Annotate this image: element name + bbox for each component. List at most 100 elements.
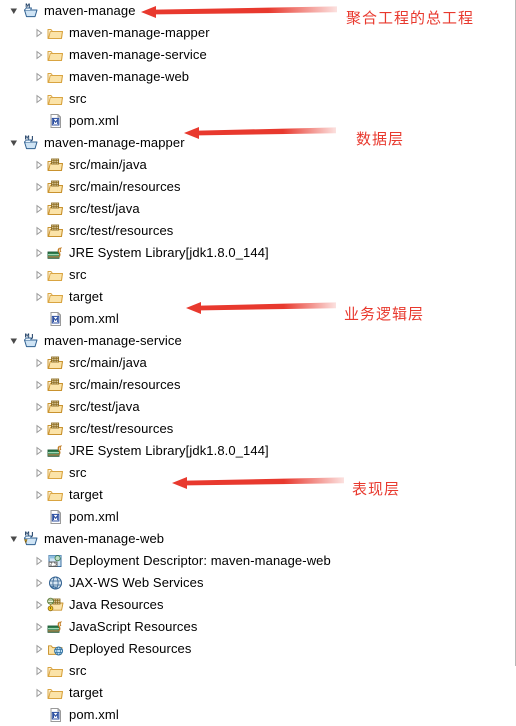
folder-icon [47, 487, 64, 503]
maven-pom-file-icon [47, 707, 64, 723]
chevron-right-icon[interactable] [34, 556, 44, 566]
chevron-right-icon[interactable] [34, 468, 44, 478]
chevron-right-icon[interactable] [34, 292, 44, 302]
tree-row[interactable]: maven-manage-web [0, 66, 470, 88]
tree-row-label: src [69, 91, 87, 106]
jre-library-icon [47, 245, 64, 261]
chevron-right-icon[interactable] [34, 578, 44, 588]
tree-row[interactable]: src [0, 264, 470, 286]
tree-row-label-detail: [jdk1.8.0_144] [185, 443, 269, 458]
tree-row[interactable]: src/test/resources [0, 418, 470, 440]
chevron-down-icon[interactable] [9, 6, 19, 16]
tree-row[interactable]: src/test/resources [0, 220, 470, 242]
tree-row-label: src/main/java [69, 355, 147, 370]
svg-text:M: M [25, 4, 30, 10]
tree-row-label: pom.xml [69, 113, 119, 128]
source-folder-icon [47, 399, 64, 415]
tree-row-label: maven-manage [44, 3, 136, 18]
folder-icon [47, 267, 64, 283]
tree-row-label: src/main/java [69, 157, 147, 172]
chevron-right-icon[interactable] [34, 666, 44, 676]
svg-text:M: M [25, 136, 30, 142]
chevron-right-icon[interactable] [34, 28, 44, 38]
annotation-arrow [184, 124, 336, 142]
tree-row-label: pom.xml [69, 707, 119, 722]
javascript-resources-icon [47, 619, 64, 635]
tree-row-label: maven-manage-web [44, 531, 165, 546]
maven-pom-file-icon [47, 509, 64, 525]
chevron-down-icon[interactable] [9, 138, 19, 148]
tree-row-label: src [69, 663, 87, 678]
tree-row[interactable]: src [0, 88, 470, 110]
tree-row-label: src [69, 267, 87, 282]
svg-text:J: J [30, 334, 33, 340]
tree-row[interactable]: JRE System Library [jdk1.8.0_144] [0, 242, 470, 264]
project-explorer-tree[interactable]: Mmaven-manage maven-manage-mapper maven-ma… [0, 0, 470, 722]
annotation-label: 表现层 [352, 480, 401, 498]
tree-row[interactable]: M Jmaven-manage-service [0, 330, 470, 352]
tree-row-label: pom.xml [69, 311, 119, 326]
tree-row[interactable]: Deployed Resources [0, 638, 470, 660]
tree-row-label: maven-manage-mapper [44, 135, 185, 150]
chevron-right-icon[interactable] [34, 358, 44, 368]
source-folder-icon [47, 421, 64, 437]
tree-row[interactable]: maven-manage-service [0, 44, 470, 66]
tree-row[interactable]: JRE System Library [jdk1.8.0_144] [0, 440, 470, 462]
tree-row[interactable]: Java Resources [0, 594, 470, 616]
tree-row-label: src/test/java [69, 399, 140, 414]
chevron-right-icon[interactable] [34, 380, 44, 390]
tree-row-label: target [69, 487, 103, 502]
chevron-right-icon[interactable] [34, 600, 44, 610]
jaxws-web-services-icon [47, 575, 64, 591]
maven-java-project-icon: MJ [22, 333, 39, 349]
tree-row[interactable]: src/main/java [0, 352, 470, 374]
chevron-right-icon[interactable] [34, 402, 44, 412]
tree-row[interactable]: 2.5 Deployment Descriptor: maven-manage-w… [0, 550, 470, 572]
chevron-right-icon[interactable] [34, 490, 44, 500]
tree-row[interactable]: src/main/java [0, 154, 470, 176]
folder-icon [47, 465, 64, 481]
chevron-right-icon[interactable] [34, 644, 44, 654]
tree-row[interactable]: M Jmaven-manage-web [0, 528, 470, 550]
tree-row[interactable]: src/main/resources [0, 374, 470, 396]
chevron-right-icon[interactable] [34, 72, 44, 82]
chevron-right-icon[interactable] [34, 446, 44, 456]
tree-row[interactable]: pom.xml [0, 506, 470, 528]
chevron-right-icon[interactable] [34, 248, 44, 258]
annotation-arrow [141, 3, 337, 21]
tree-row[interactable]: target [0, 682, 470, 704]
chevron-down-icon[interactable] [9, 336, 19, 346]
chevron-right-icon[interactable] [34, 424, 44, 434]
tree-row[interactable]: src [0, 660, 470, 682]
maven-pom-file-icon [47, 311, 64, 327]
chevron-right-icon[interactable] [34, 226, 44, 236]
chevron-right-icon[interactable] [34, 688, 44, 698]
svg-text:M: M [25, 334, 30, 340]
tree-row[interactable]: src/test/java [0, 198, 470, 220]
svg-text:2.5: 2.5 [50, 562, 57, 568]
tree-row[interactable]: pom.xml [0, 704, 470, 726]
svg-text:J: J [30, 532, 33, 538]
deployed-resources-icon [47, 641, 64, 657]
folder-icon [47, 25, 64, 41]
tree-row-label: target [69, 685, 103, 700]
tree-row[interactable]: JAX-WS Web Services [0, 572, 470, 594]
tree-row-label-detail: [jdk1.8.0_144] [185, 245, 269, 260]
tree-row[interactable]: src/test/java [0, 396, 470, 418]
chevron-right-icon[interactable] [34, 50, 44, 60]
chevron-right-icon[interactable] [34, 204, 44, 214]
chevron-right-icon[interactable] [34, 160, 44, 170]
tree-row-label: src/test/java [69, 201, 140, 216]
chevron-right-icon[interactable] [34, 182, 44, 192]
annotation-label: 业务逻辑层 [344, 305, 425, 323]
tree-row-label: pom.xml [69, 509, 119, 524]
annotation-label: 聚合工程的总工程 [346, 9, 475, 27]
chevron-right-icon[interactable] [34, 622, 44, 632]
tree-row[interactable]: src/main/resources [0, 176, 470, 198]
chevron-down-icon[interactable] [9, 534, 19, 544]
folder-icon [47, 47, 64, 63]
chevron-right-icon[interactable] [34, 94, 44, 104]
tree-row[interactable]: JavaScript Resources [0, 616, 470, 638]
source-folder-icon [47, 355, 64, 371]
chevron-right-icon[interactable] [34, 270, 44, 280]
